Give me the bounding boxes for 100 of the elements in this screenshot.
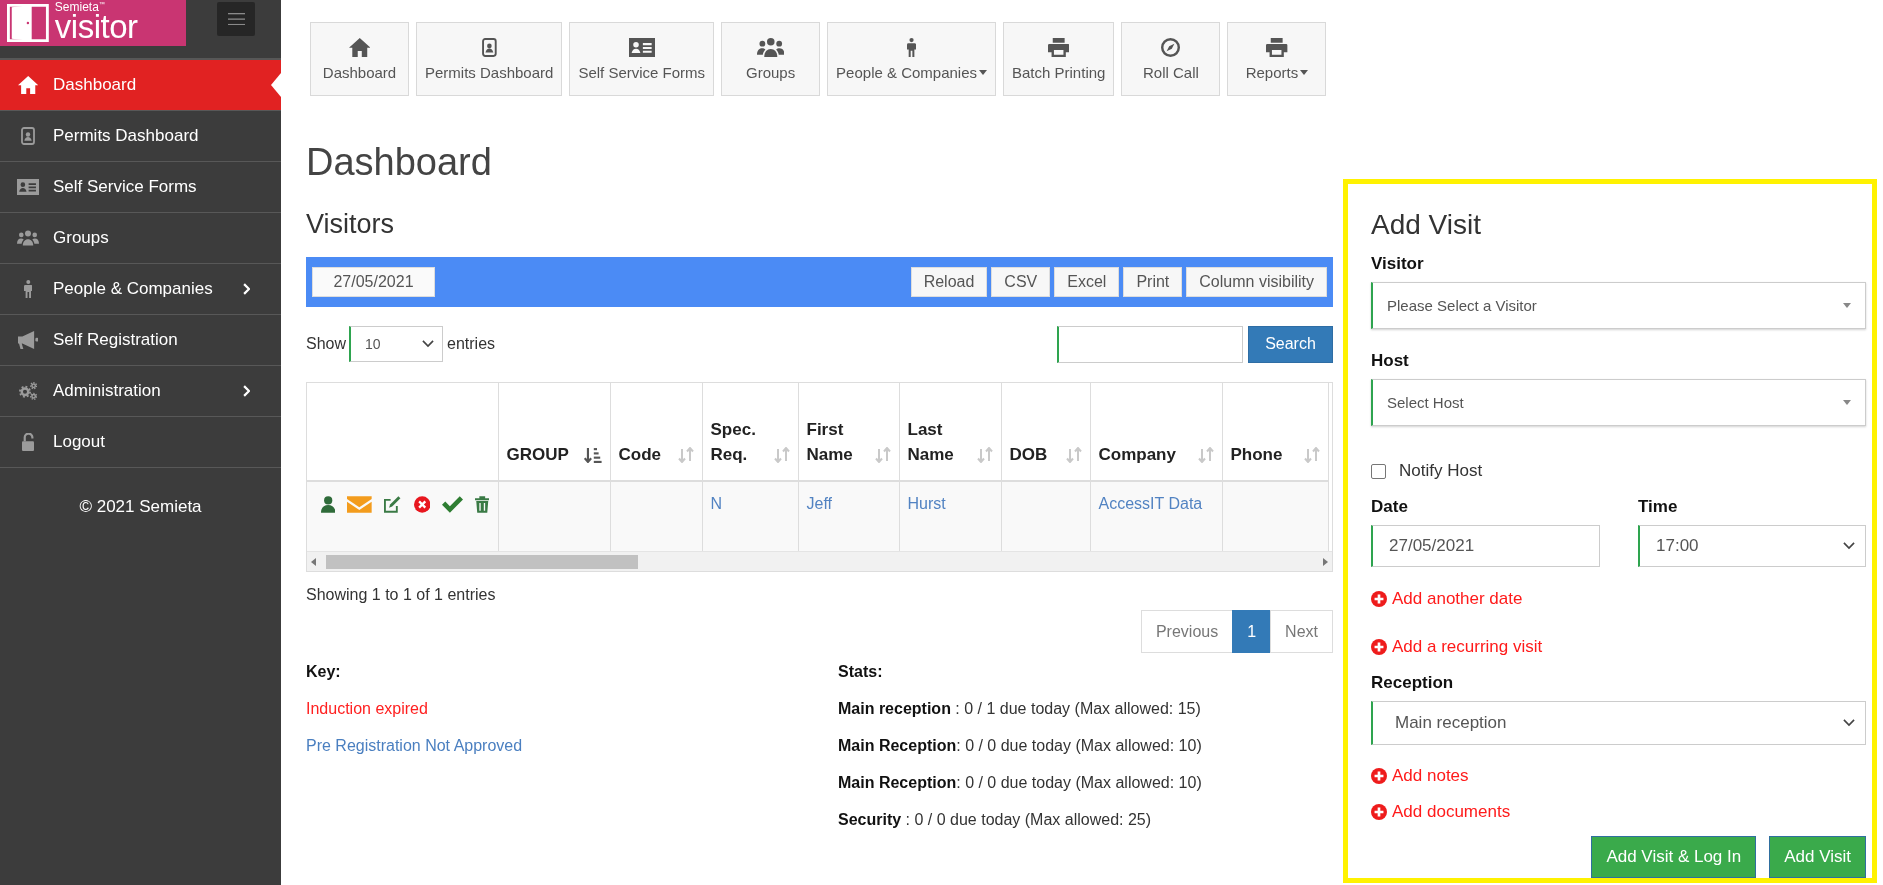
sort-icon[interactable] (875, 447, 891, 463)
add-link[interactable]: Add another date (1371, 588, 1523, 610)
key-item: Induction expired (306, 699, 429, 719)
gears-icon (18, 382, 38, 400)
users-icon (756, 37, 785, 57)
page-title: Dashboard (306, 140, 493, 184)
page-button[interactable]: 1 (1232, 610, 1272, 653)
plus-circle-icon (1371, 804, 1387, 820)
toolbar-button[interactable]: Permits Dashboard (416, 22, 563, 96)
sidebar-item[interactable]: Logout (0, 417, 281, 468)
menu-button[interactable] (217, 2, 255, 36)
toolbar-button[interactable]: People & Companies (827, 22, 996, 96)
sort-icon[interactable] (774, 447, 790, 463)
sidebar-item[interactable]: People & Companies (0, 264, 281, 315)
entries-info: Showing 1 to 1 of 1 entries (306, 585, 497, 605)
export-button[interactable]: Print (1123, 267, 1183, 297)
toolbar-button[interactable]: Groups (721, 22, 821, 96)
export-button[interactable]: Column visibility (1186, 267, 1327, 297)
plus-circle-icon (1371, 639, 1387, 655)
field-label: Date (1371, 496, 1409, 518)
sidebar-item[interactable]: Administration (0, 366, 281, 417)
person-icon (23, 280, 33, 298)
home-icon (17, 76, 39, 94)
key-title: Key: (306, 662, 342, 682)
logo-product-text: visitor (54, 10, 138, 43)
plus-circle-icon (1371, 591, 1387, 607)
sidebar-item[interactable]: Dashboard (0, 60, 281, 111)
check-icon[interactable] (441, 495, 463, 513)
caret-icon (1843, 303, 1851, 308)
add-link[interactable]: Add a recurring visit (1371, 636, 1543, 658)
person-icon (907, 37, 917, 57)
person-icon[interactable] (321, 495, 336, 513)
stats-line: Main reception : 0 / 1 due today (Max allowed: 15) (838, 699, 1202, 719)
entries-select[interactable]: 10 (349, 326, 444, 362)
field-label: Visitor (1371, 253, 1425, 275)
caret-icon (979, 69, 987, 75)
right-arrow-icon[interactable] (1323, 557, 1328, 566)
date-field[interactable]: 27/05/2021 (1371, 525, 1600, 567)
left-arrow-icon[interactable] (311, 557, 316, 566)
chevron-right-icon (242, 283, 250, 295)
toolbar-button[interactable]: Batch Printing (1003, 22, 1115, 96)
sort-icon[interactable] (678, 447, 694, 463)
section-title: Visitors (306, 208, 396, 241)
chevron-down-icon (422, 340, 435, 348)
entries-label: entries (447, 335, 496, 353)
search-field[interactable] (1057, 325, 1243, 363)
envelope-icon[interactable] (347, 495, 373, 513)
edit-icon[interactable] (384, 495, 402, 513)
toolbar-button[interactable]: Reports (1227, 22, 1327, 96)
id-badge-icon (481, 37, 497, 57)
megaphone-icon (17, 331, 39, 349)
scrollbar-thumb[interactable] (326, 554, 638, 569)
sort-icon[interactable] (1304, 447, 1320, 463)
printer-icon (1266, 37, 1288, 57)
sort-icon[interactable] (977, 447, 993, 463)
visitor-select[interactable]: Please Select a Visitor (1371, 282, 1866, 329)
date-field[interactable]: 27/05/2021 (312, 267, 435, 297)
toolbar-button[interactable]: Self Service Forms (569, 22, 715, 96)
horizontal-scrollbar[interactable] (307, 551, 1332, 571)
copyright-text: © 2021 Semieta (78, 496, 203, 518)
export-button[interactable]: CSV (991, 267, 1051, 297)
table-cell: Jeff (798, 481, 899, 551)
caret-icon (1300, 69, 1309, 75)
search-button[interactable]: Search (1248, 325, 1333, 363)
add-link[interactable]: Add documents (1371, 801, 1511, 823)
export-button[interactable]: Reload (910, 267, 988, 297)
table-cell: AccessIT Data (1090, 481, 1222, 551)
id-card-icon (628, 37, 655, 57)
field-label: Time (1638, 496, 1679, 518)
export-button[interactable]: Excel (1054, 267, 1120, 297)
add-link[interactable]: Add notes (1371, 765, 1469, 787)
table-cell: N (702, 481, 798, 551)
sort-bars-icon[interactable] (583, 447, 602, 463)
trash-icon[interactable] (475, 495, 490, 513)
door-icon (7, 4, 49, 42)
host-select[interactable]: Select Host (1371, 379, 1866, 426)
sidebar-item[interactable]: Groups (0, 213, 281, 264)
chevron-right-icon (242, 385, 250, 397)
key-item: Pre Registration Not Approved (306, 736, 524, 756)
show-label: Show (306, 335, 347, 353)
id-badge-icon (21, 127, 35, 145)
toolbar-button[interactable]: Roll Call (1121, 22, 1221, 96)
users-icon (17, 229, 39, 247)
field-label: Reception (1371, 672, 1455, 694)
checkbox-label[interactable]: Notify Host (1399, 461, 1483, 481)
sidebar-item[interactable]: Permits Dashboard (0, 111, 281, 162)
reception-select[interactable]: Main reception (1371, 701, 1866, 745)
compass-icon (1161, 37, 1181, 57)
printer-icon (1048, 37, 1070, 57)
chevron-down-icon (1843, 542, 1855, 550)
checkbox[interactable] (1371, 463, 1386, 479)
sort-icon[interactable] (1198, 447, 1214, 463)
time-select[interactable]: 17:00 (1638, 525, 1866, 567)
sidebar-item[interactable]: Self Service Forms (0, 162, 281, 213)
sort-icon[interactable] (1066, 447, 1082, 463)
remove-icon[interactable] (413, 495, 430, 513)
id-card-icon (17, 178, 39, 196)
toolbar-button[interactable]: Dashboard (310, 22, 409, 96)
menu-icon (227, 12, 245, 26)
sidebar-item[interactable]: Self Registration (0, 315, 281, 366)
